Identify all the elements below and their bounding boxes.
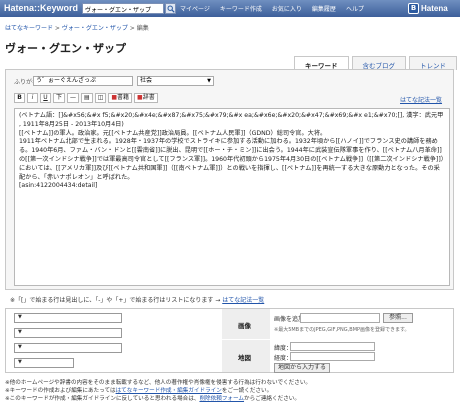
editor-toolbar: B i U 下 — ▤ ◫ ■書籍 ■辞書 (14, 93, 158, 103)
deletion-request-link[interactable]: 削除依頼フォーム (199, 396, 244, 402)
book-button[interactable]: ■書籍 (108, 93, 133, 103)
footer-note-3-suffix: からご連絡ください。 (244, 396, 300, 402)
chevron-down-icon: ▼ (18, 359, 22, 365)
nav-edit-history[interactable]: 編集履歴 (312, 4, 336, 13)
search-icon (167, 5, 175, 13)
brand-logo[interactable]: Hatena::Keyword (4, 3, 78, 13)
chevron-down-icon: ▼ (207, 78, 211, 84)
guideline-link[interactable]: はてなキーワード作成・編集ガイドライン (116, 388, 222, 394)
furigana-input[interactable]: う゛ぉーぐえんざっぷ (33, 76, 133, 86)
footer-note-2-text: ※キーワードの作成および編集にあたっては (5, 388, 116, 394)
footer-note-1: ※他のホームページや辞書の内容をそのまま転載するなど、他人の著作権や肖像権を侵害… (5, 380, 312, 386)
breadcrumb-separator: > (127, 25, 137, 32)
hr-button[interactable]: — (67, 93, 80, 103)
tab-keyword[interactable]: キーワード (294, 56, 349, 70)
book-button-label: 書籍 (117, 94, 130, 101)
image-label: 画像 (238, 322, 251, 330)
chevron-down-icon: ▼ (18, 314, 22, 320)
image-note: ※最大5MBまでのJPEG,GIF,PNG,BMP画像を登録できます。 (274, 327, 410, 333)
latitude-input[interactable] (290, 342, 375, 351)
search-input[interactable]: ヴォー・グエン・ザップ (82, 3, 164, 14)
notation-note-text: ※「[」で始まる行は見出しに、「-」や「+」で始まる行はリストになります → (10, 297, 223, 304)
related-select-4[interactable]: ▼ (14, 358, 74, 368)
page-title: ヴォー・グエン・ザップ (5, 42, 126, 55)
search-button[interactable] (165, 3, 176, 14)
global-nav: マイページ キーワード作成 お気に入り 編集履歴 ヘルプ (180, 4, 374, 13)
related-select-2[interactable]: ▼ (14, 328, 122, 338)
footer-notes: ※他のホームページや辞書の内容をそのまま転載するなど、他人の著作権や肖像権を侵害… (5, 379, 311, 403)
underline-button[interactable]: U (40, 93, 51, 103)
bold-button[interactable]: B (14, 93, 25, 103)
tab-blogs[interactable]: 含むブログ (351, 56, 406, 70)
nav-mypage[interactable]: マイページ (180, 4, 210, 13)
footer-note-2-suffix: をご一読ください。 (221, 388, 273, 394)
notation-note: ※「[」で始まる行は見出しに、「-」や「+」で始まる行はリストになります → は… (10, 295, 264, 304)
map-label-cell: 地図 (222, 340, 270, 372)
list-button[interactable]: ▤ (81, 93, 93, 103)
nav-create-keyword[interactable]: キーワード作成 (220, 4, 262, 13)
dictionary-button[interactable]: ■辞書 (134, 93, 158, 103)
keyword-body-textarea[interactable]: (ベトナム語：[]&#x56;&#x f5;&#x20;&#x4e;&#x87;… (14, 108, 450, 286)
strike-button[interactable]: 下 (53, 93, 66, 103)
italic-button[interactable]: i (27, 93, 38, 103)
chevron-down-icon: ▼ (18, 344, 22, 350)
breadcrumb-current: 編集 (136, 25, 149, 32)
longitude-input[interactable] (290, 352, 375, 361)
image-label-cell: 画像 (222, 309, 270, 339)
image-file-input[interactable] (300, 313, 380, 323)
category-select-value: 社会 (140, 77, 153, 84)
browse-button[interactable]: 参照... (383, 313, 413, 323)
nav-help[interactable]: ヘルプ (346, 4, 364, 13)
footer-note-3: ※このキーワードが作成・編集ガイドラインに反していると思われる場合は、削除依頼フ… (5, 395, 311, 403)
footer-note-2: ※キーワードの作成および編集にあたってははてなキーワード作成・編集ガイドラインを… (5, 387, 311, 395)
table-button[interactable]: ◫ (94, 93, 107, 103)
hatena-logo[interactable]: B Hatena (408, 2, 448, 15)
tab-trend[interactable]: トレンド (409, 56, 457, 70)
nav-favorites[interactable]: お気に入り (272, 4, 302, 13)
breadcrumb-separator: > (53, 25, 62, 32)
footer-note-3-text: ※このキーワードが作成・編集ガイドラインに反していると思われる場合は、 (5, 396, 200, 402)
breadcrumb-page-link[interactable]: ヴォー・グエン・ザップ (62, 25, 128, 32)
notation-help-link[interactable]: はてな記法一覧 (400, 95, 442, 104)
keyword-tabs: キーワード 含むブログ トレンド (291, 56, 457, 70)
chevron-down-icon: ▼ (18, 329, 22, 335)
map-input-button[interactable]: 地図から入力する (274, 363, 331, 373)
related-select-3[interactable]: ▼ (14, 343, 122, 353)
map-label: 地図 (238, 354, 251, 362)
breadcrumb: はてなキーワード > ヴォー・グエン・ザップ > 編集 (5, 23, 149, 32)
notation-list-link[interactable]: はてな記法一覧 (222, 297, 264, 304)
related-select-1[interactable]: ▼ (14, 313, 122, 323)
dictionary-button-label: 辞書 (142, 94, 155, 101)
hatena-b-icon: B (408, 3, 419, 14)
breadcrumb-root-link[interactable]: はてなキーワード (5, 25, 53, 32)
category-select[interactable]: 社会 ▼ (137, 76, 214, 86)
hatena-logo-text: Hatena (421, 4, 448, 13)
